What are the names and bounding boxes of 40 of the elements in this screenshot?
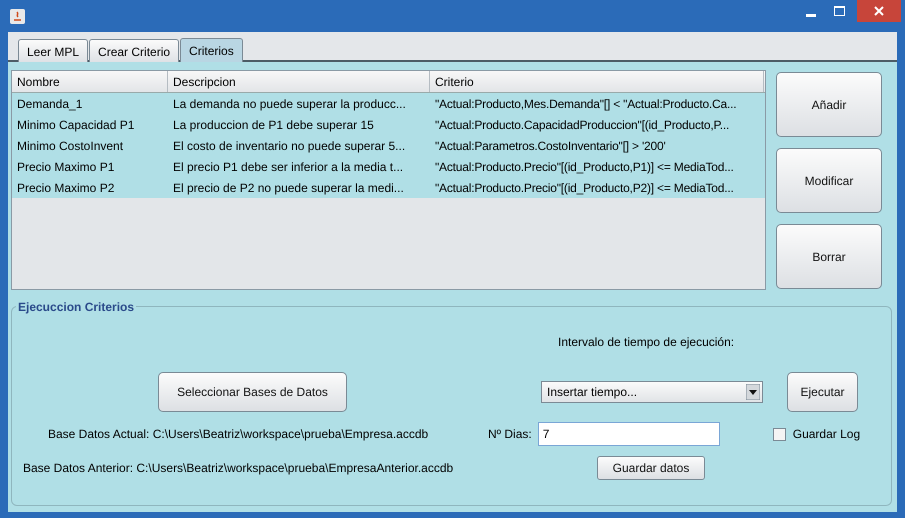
table-cell-text: El precio P1 debe ser inferior a la media t... <box>172 158 404 176</box>
table-cell-text: "Actual:Producto.CapacidadProduccion"[(id_Producto,P... <box>434 116 730 134</box>
table-cell-text: Minimo CostoInvent <box>16 138 124 154</box>
dropdown-arrow-icon <box>746 384 760 400</box>
previous-database-path: Base Datos Anterior: C:\Users\Beatriz\workspace\prueba\EmpresaAnterior.accdb <box>23 460 454 477</box>
action-button[interactable]: Borrar <box>776 224 882 289</box>
table-cell-text: "Actual:Producto.Precio"[(id_Producto,P2)] <= MediaTod... <box>434 180 735 196</box>
table-cell-text: "Actual:Parametros.CostoInventario"[] > '200' <box>434 138 667 154</box>
table-cell-text: Precio Maximo P1 <box>16 158 116 176</box>
table-cell-text: Minimo Capacidad P1 <box>16 116 136 134</box>
close-icon <box>874 6 884 16</box>
column-header[interactable]: Nombre <box>12 71 168 92</box>
table-cell-text: El precio de P2 no puede superar la medi... <box>172 180 405 196</box>
table-cell-text: Demanda_1 <box>16 96 84 112</box>
select-databases-button[interactable]: Seleccionar Bases de Datos <box>158 372 347 412</box>
save-data-button[interactable]: Guardar datos <box>597 456 705 480</box>
table-cell-text: Precio Maximo P2 <box>16 180 116 196</box>
table-cell-text: "Actual:Producto,Mes.Demanda"[] < "Actual:Producto.Ca... <box>434 96 738 112</box>
table-cell-text: La demanda no puede superar la producc... <box>172 96 407 112</box>
checkbox[interactable] <box>772 428 786 440</box>
days-input[interactable]: 7 <box>538 422 720 446</box>
checkbox-label: Guardar Log <box>792 426 860 443</box>
interval-dropdown[interactable]: Insertar tiempo... <box>541 381 763 403</box>
table-cell-text: "Actual:Producto.Precio"[(id_Producto,P1)] <= MediaTod... <box>434 158 735 176</box>
tab[interactable]: Criterios <box>180 38 243 62</box>
close-button[interactable] <box>857 0 901 22</box>
tab[interactable]: Leer MPL <box>18 39 88 63</box>
days-label: Nº Dias: <box>488 426 532 443</box>
app-icon <box>10 8 25 24</box>
column-header[interactable]: Descripcion <box>168 71 430 92</box>
maximize-icon[interactable] <box>834 6 845 16</box>
column-header[interactable]: Criterio <box>430 71 764 92</box>
action-button[interactable]: Modificar <box>776 148 882 213</box>
interval-label: Intervalo de tiempo de ejecución: <box>558 334 734 351</box>
current-database-path: Base Datos Actual: C:\Users\Beatriz\workspace\prueba\Empresa.accdb <box>48 426 430 443</box>
action-button[interactable]: Añadir <box>776 72 882 137</box>
execute-button[interactable]: Ejecutar <box>787 372 858 412</box>
tab[interactable]: Crear Criterio <box>89 39 180 63</box>
table-cell-text: La produccion de P1 debe superar 15 <box>172 116 375 134</box>
table-cell-text: El costo de inventario no puede superar 5... <box>172 138 406 154</box>
